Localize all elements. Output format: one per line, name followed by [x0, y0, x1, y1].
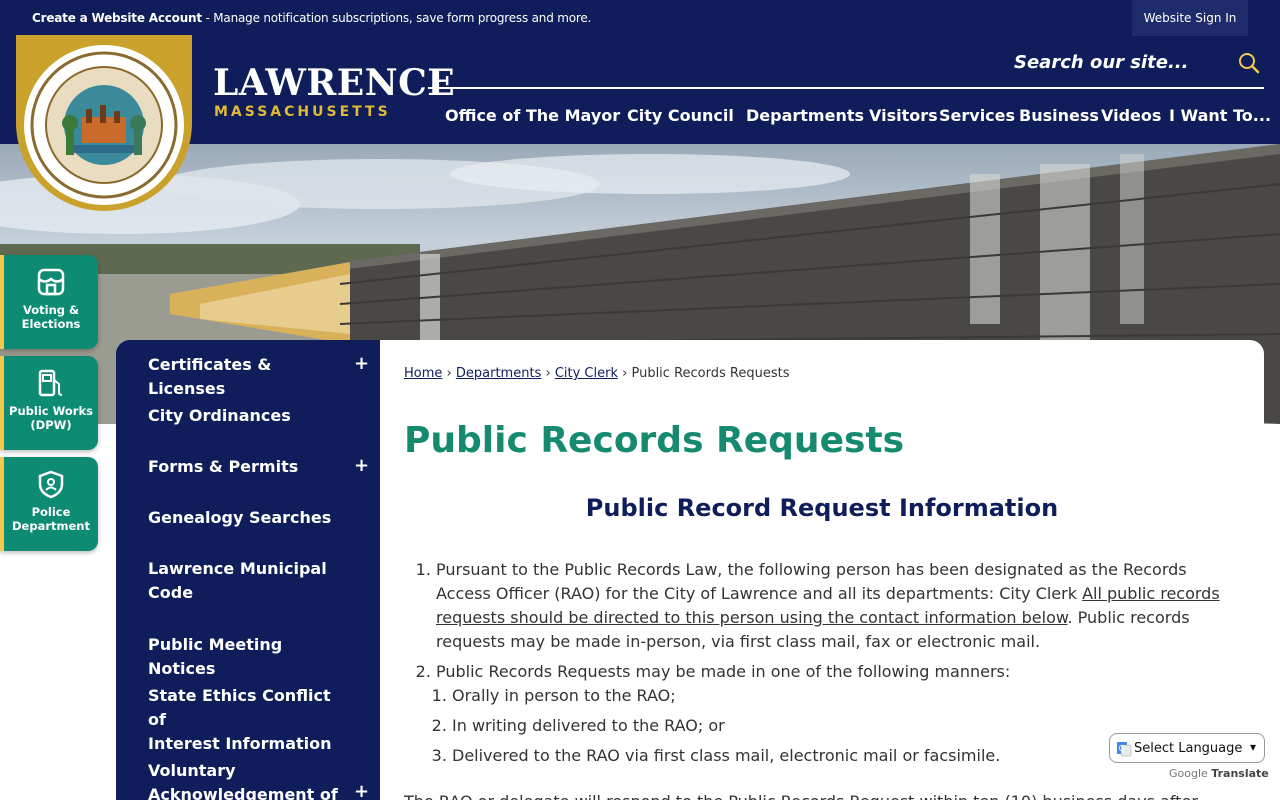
- nav-city-council[interactable]: City Council: [627, 106, 734, 125]
- sidebar-item-label: Code: [148, 583, 194, 602]
- brand-name[interactable]: LAWRENCE: [213, 62, 455, 104]
- sidebar-item-city-ordinances[interactable]: City Ordinances: [148, 404, 348, 428]
- sub-list-item: Orally in person to the RAO;: [452, 684, 1220, 708]
- sub-list-item: Delivered to the RAO via first class mai…: [452, 744, 1220, 768]
- quick-link-label: Police Department: [4, 505, 98, 533]
- search-input[interactable]: Search our site...: [1014, 52, 1188, 73]
- breadcrumb-current: Public Records Requests: [631, 366, 790, 381]
- search-underline: [428, 87, 1264, 89]
- city-seal-icon: [24, 45, 184, 205]
- quick-link-label: Public Works (DPW): [4, 404, 98, 432]
- quick-link-label-line1: Voting &: [22, 303, 80, 317]
- quick-link-label: Voting & Elections: [4, 303, 98, 331]
- shield-icon: [36, 469, 66, 503]
- language-select-label: Select Language: [1134, 740, 1243, 756]
- breadcrumb-departments[interactable]: Departments: [456, 366, 541, 381]
- sidebar-item-label: Forms & Permits: [148, 457, 299, 476]
- expand-plus-icon[interactable]: +: [354, 455, 369, 476]
- breadcrumb-separator: ›: [545, 366, 551, 381]
- main-content: Home › Departments › City Clerk › Public…: [380, 340, 1264, 800]
- records-list: Pursuant to the Public Records Law, the …: [420, 558, 1220, 768]
- google-logo-text: Google: [1169, 767, 1208, 780]
- quick-link-voting-elections[interactable]: Voting & Elections: [0, 255, 98, 349]
- sidebar-item-label: Certificates & Licenses: [148, 355, 272, 398]
- svg-text:G: G: [1119, 744, 1125, 753]
- quick-link-public-works[interactable]: Public Works (DPW): [0, 356, 98, 450]
- nav-services[interactable]: Services: [939, 106, 1015, 125]
- search-icon[interactable]: [1238, 52, 1260, 78]
- website-sign-in-button[interactable]: Website Sign In: [1132, 0, 1248, 36]
- top-account-bar: Create a Website Account - Manage notifi…: [0, 0, 1280, 36]
- expand-plus-icon[interactable]: +: [354, 781, 369, 800]
- sidebar-item-label: Lawrence Municipal: [148, 559, 327, 578]
- nav-departments[interactable]: Departments: [746, 106, 864, 125]
- nav-visitors[interactable]: Visitors: [869, 106, 938, 125]
- breadcrumb: Home › Departments › City Clerk › Public…: [404, 366, 789, 381]
- sidebar-item-label: Public Meeting Notices: [148, 635, 283, 678]
- expand-plus-icon[interactable]: +: [354, 353, 369, 374]
- list-item: Public Records Requests may be made in o…: [436, 660, 1220, 768]
- create-account-message[interactable]: Create a Website Account - Manage notifi…: [32, 11, 591, 25]
- item-text: Pursuant to the Public Records Law, the …: [436, 560, 1187, 603]
- quick-link-label-line1: Public Works: [9, 404, 93, 418]
- sidebar-item-label: Voluntary: [148, 761, 236, 780]
- sidebar-item-label: State Ethics Conflict of: [148, 686, 331, 729]
- sidebar-item-state-ethics[interactable]: State Ethics Conflict of Interest Inform…: [148, 684, 348, 756]
- breadcrumb-separator: ›: [622, 366, 628, 381]
- sidebar-item-public-meeting-notices[interactable]: Public Meeting Notices: [148, 633, 348, 681]
- list-item: Pursuant to the Public Records Law, the …: [436, 558, 1220, 654]
- sidebar-navigation: Certificates & Licenses + City Ordinance…: [116, 340, 380, 800]
- translate-link[interactable]: Translate: [1211, 767, 1268, 780]
- nav-i-want-to[interactable]: I Want To...: [1169, 106, 1271, 125]
- sidebar-item-label: Interest Information: [148, 734, 332, 753]
- nav-videos[interactable]: Videos: [1101, 106, 1161, 125]
- sidebar-item-label: Acknowledgement of: [148, 785, 338, 800]
- brand-state: MASSACHUSETTS: [214, 104, 391, 120]
- page-title: Public Records Requests: [404, 420, 905, 461]
- sidebar-item-lawrence-municipal-code[interactable]: Lawrence Municipal Code: [148, 557, 348, 605]
- storefront-icon: [36, 267, 66, 301]
- content-body: Pursuant to the Public Records Law, the …: [420, 558, 1220, 774]
- sidebar-item-label: Genealogy Searches: [148, 508, 332, 527]
- sidebar-item-certificates-licenses[interactable]: Certificates & Licenses: [148, 353, 348, 401]
- sidebar-item-voluntary-acknowledgement[interactable]: Voluntary Acknowledgement of: [148, 759, 348, 800]
- nav-business[interactable]: Business: [1019, 106, 1099, 125]
- chevron-down-icon: ▾: [1249, 740, 1256, 754]
- create-account-description: - Manage notification subscriptions, sav…: [201, 11, 592, 25]
- fuel-pump-icon: [36, 368, 66, 402]
- response-paragraph: The RAO or delegate will respond to the …: [404, 792, 1198, 800]
- nav-office-of-the-mayor[interactable]: Office of The Mayor: [445, 106, 620, 125]
- quick-link-label-line1: Police: [31, 505, 71, 519]
- quick-link-label-line2: Department: [12, 519, 90, 533]
- sidebar-item-label: City Ordinances: [148, 406, 291, 425]
- item-text: Public Records Requests may be made in o…: [436, 662, 1011, 681]
- breadcrumb-home[interactable]: Home: [404, 366, 442, 381]
- sub-list-item: In writing delivered to the RAO; or: [452, 714, 1220, 738]
- quick-link-label-line2: Elections: [21, 317, 81, 331]
- google-translate-icon: G: [1116, 741, 1132, 761]
- sidebar-item-genealogy-searches[interactable]: Genealogy Searches: [148, 506, 348, 530]
- quick-link-police-department[interactable]: Police Department: [0, 457, 98, 551]
- create-account-link[interactable]: Create a Website Account: [32, 11, 202, 25]
- city-seal-logo[interactable]: [16, 35, 192, 211]
- language-select[interactable]: G Select Language ▾: [1109, 733, 1265, 763]
- quick-link-label-line2: (DPW): [30, 418, 72, 432]
- powered-by-google-translate[interactable]: Google Translate: [1169, 767, 1269, 780]
- breadcrumb-city-clerk[interactable]: City Clerk: [555, 366, 618, 381]
- section-heading: Public Record Request Information: [585, 494, 1059, 522]
- sub-list: Orally in person to the RAO; In writing …: [436, 684, 1220, 768]
- sidebar-item-forms-permits[interactable]: Forms & Permits: [148, 455, 348, 479]
- breadcrumb-separator: ›: [446, 366, 452, 381]
